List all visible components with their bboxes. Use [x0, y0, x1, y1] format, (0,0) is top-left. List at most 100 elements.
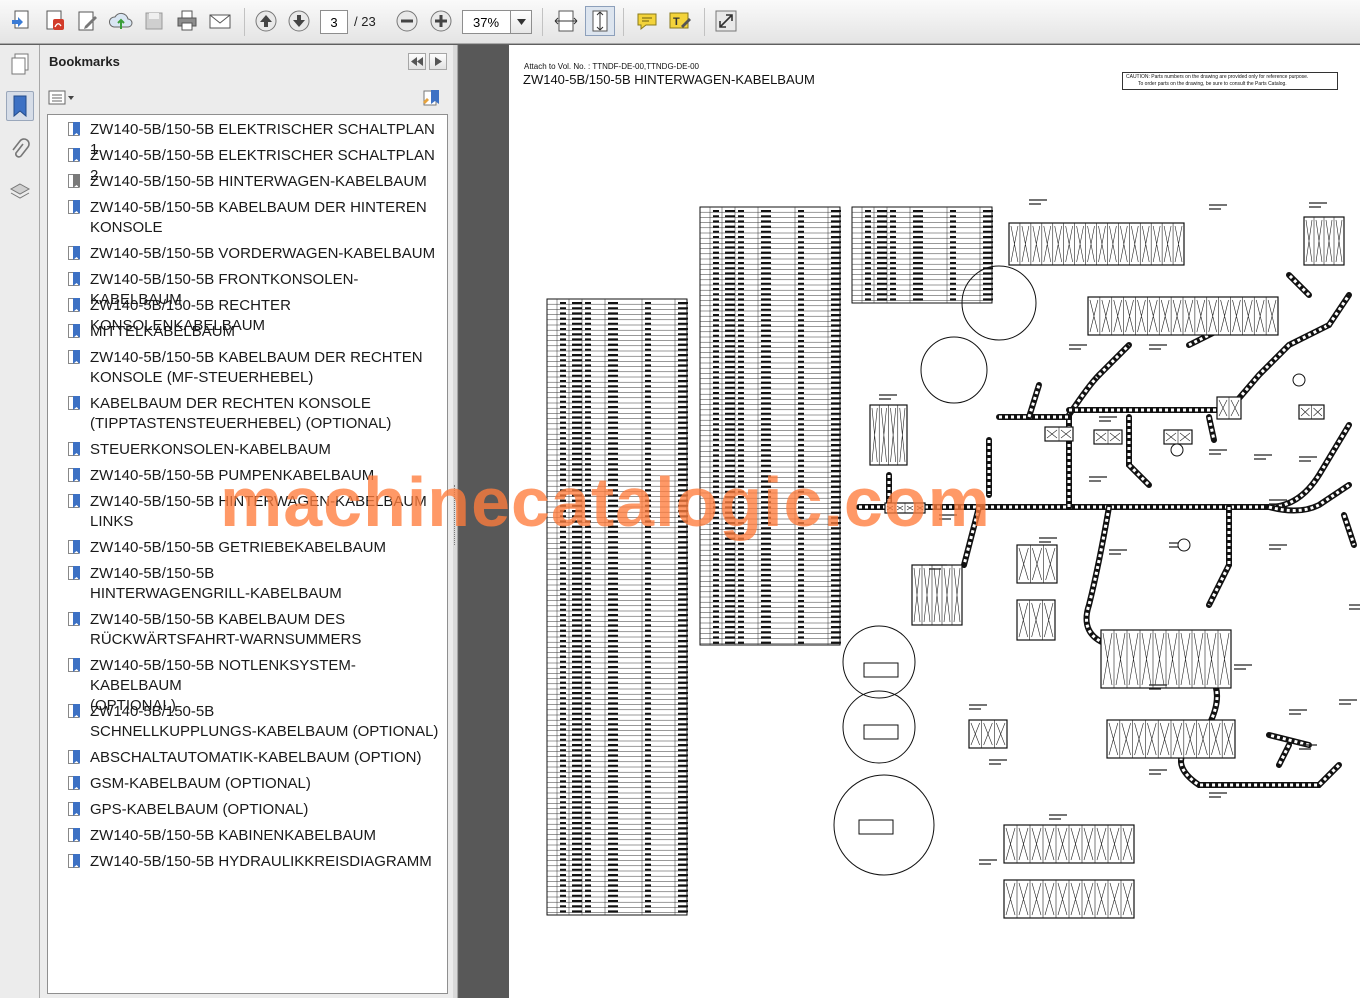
- upload-icon[interactable]: [106, 6, 136, 36]
- bookmark-icon: [68, 396, 80, 410]
- bookmark-label: ZW140-5B/150-5B HINTERWAGENGRILL-KABELBAU…: [90, 564, 342, 604]
- bookmark-icon: [68, 612, 80, 626]
- bookmark-icon: [68, 468, 80, 482]
- bookmark-label: ZW140-5B/150-5B HYDRAULIKKREISDIAGRAMM: [90, 852, 432, 872]
- svg-text:T: T: [673, 16, 680, 28]
- bookmark-item[interactable]: STEUERKONSOLEN-KABELBAUM: [68, 440, 443, 460]
- bookmark-icon: [68, 854, 80, 868]
- print-icon[interactable]: [172, 6, 202, 36]
- zoom-dropdown-button[interactable]: [510, 10, 532, 34]
- comment-icon[interactable]: [632, 6, 662, 36]
- bookmark-item[interactable]: GSM-KABELBAUM (OPTIONAL): [68, 774, 443, 794]
- bookmark-label-line: HINTERWAGENGRILL-KABELBAUM: [90, 585, 342, 602]
- bookmark-label-line: ZW140-5B/150-5B: [90, 565, 215, 582]
- bookmark-label: ZW140-5B/150-5B KABELBAUM DER RECHTEN KON…: [90, 348, 423, 388]
- bookmark-item[interactable]: ABSCHALTAUTOMATIK-KABELBAUM (OPTION): [68, 748, 443, 768]
- bookmark-label-line: GSM-KABELBAUM (OPTIONAL): [90, 775, 311, 792]
- bookmark-icon: [68, 802, 80, 816]
- bookmark-label-line: KONSOLE: [90, 219, 163, 236]
- layers-icon[interactable]: [6, 177, 34, 207]
- bookmark-icon: [68, 566, 80, 580]
- fit-width-icon[interactable]: [551, 6, 581, 36]
- bookmark-item[interactable]: ZW140-5B/150-5B KABINENKABELBAUM: [68, 826, 443, 846]
- toolbar-separator: [542, 8, 543, 36]
- bookmark-label-line: ZW140-5B/150-5B VORDERWAGEN-KABELBAUM: [90, 245, 436, 262]
- bookmark-label: GPS-KABELBAUM (OPTIONAL): [90, 800, 308, 820]
- new-bookmark-icon: [423, 90, 439, 106]
- bookmark-item[interactable]: ZW140-5B/150-5B HINTERWAGENGRILL-KABELBAU…: [68, 564, 443, 604]
- create-icon[interactable]: [7, 6, 37, 36]
- component: [1292, 373, 1306, 387]
- zoom-in-icon[interactable]: [426, 6, 456, 36]
- bookmark-item[interactable]: ZW140-5B/150-5B SCHNELLKUPPLUNGS-KABELBAU…: [68, 702, 443, 742]
- bookmark-label: ZW140-5B/150-5B HINTERWAGEN-KABELBAUM: [90, 172, 427, 192]
- bookmark-icon: [68, 122, 80, 136]
- main-toolbar: / 23 T: [0, 0, 1360, 44]
- component: [1177, 538, 1191, 552]
- bookmark-label: ZW140-5B/150-5B KABINENKABELBAUM: [90, 826, 376, 846]
- bookmark-label: KABELBAUM DER RECHTEN KONSOLE (TIPPTASTEN…: [90, 394, 391, 434]
- panel-menu-button[interactable]: [429, 53, 447, 70]
- email-icon[interactable]: [205, 6, 235, 36]
- export-pdf-icon[interactable]: [40, 6, 70, 36]
- attachments-icon[interactable]: [6, 135, 34, 165]
- bookmark-icon: [68, 828, 80, 842]
- edit-icon[interactable]: [73, 6, 103, 36]
- chevron-down-icon: [516, 19, 526, 25]
- bookmark-list: ZW140-5B/150-5B ELEKTRISCHER SCHALTPLAN …: [47, 114, 448, 994]
- detail-callout: [842, 625, 916, 699]
- bookmark-item[interactable]: ZW140-5B/150-5B HYDRAULIKKREISDIAGRAMM: [68, 852, 443, 872]
- bookmark-icon: [68, 750, 80, 764]
- toolbar-separator: [704, 8, 705, 36]
- bookmark-item[interactable]: MITTELKABELBAUM: [68, 322, 443, 342]
- bookmark-item[interactable]: ZW140-5B/150-5B KABELBAUM DER RECHTEN KON…: [68, 348, 443, 388]
- options-icon: [48, 90, 74, 105]
- bookmark-label-line: GPS-KABELBAUM (OPTIONAL): [90, 801, 309, 818]
- save-icon[interactable]: [139, 6, 169, 36]
- collapse-panel-button[interactable]: [408, 53, 426, 70]
- bookmark-icon: [68, 174, 80, 188]
- page-number-input[interactable]: [320, 10, 348, 34]
- bookmark-label-line: STEUERKONSOLEN-KABELBAUM: [90, 441, 331, 458]
- bookmark-label-line: ZW140-5B/150-5B KABELBAUM DER RECHTEN: [90, 349, 423, 366]
- bookmark-label: ZW140-5B/150-5B KABELBAUM DER HINTEREN KO…: [90, 198, 427, 238]
- bookmark-item[interactable]: ZW140-5B/150-5B HINTERWAGEN-KABELBAUM: [68, 172, 443, 192]
- bookmark-label-line: KONSOLE (MF-STEUERHEBEL): [90, 369, 314, 386]
- bookmark-icon: [68, 442, 80, 456]
- bookmark-label-line: ZW140-5B/150-5B KABELBAUM DES: [90, 611, 346, 628]
- callout-connector: [863, 724, 899, 740]
- bookmark-item[interactable]: KABELBAUM DER RECHTEN KONSOLE (TIPPTASTEN…: [68, 394, 443, 434]
- bookmark-label-line: ZW140-5B/150-5B NOTLENKSYSTEM-KABELBAUM: [90, 657, 356, 694]
- bookmark-label-line: ABSCHALTAUTOMATIK-KABELBAUM (OPTION): [90, 749, 422, 766]
- bookmark-item[interactable]: ZW140-5B/150-5B KABELBAUM DER HINTEREN KO…: [68, 198, 443, 238]
- bookmark-label-line: MITTELKABELBAUM: [90, 323, 236, 340]
- previous-page-icon[interactable]: [251, 6, 281, 36]
- bookmark-item[interactable]: GPS-KABELBAUM (OPTIONAL): [68, 800, 443, 820]
- zoom-level-input[interactable]: [462, 10, 510, 34]
- toolbar-separator: [244, 8, 245, 36]
- document-title: ZW140-5B/150-5B HINTERWAGEN-KABELBAUM: [523, 72, 815, 87]
- callout-connector: [863, 662, 899, 678]
- harness-wire: [1026, 382, 1042, 420]
- bookmark-item[interactable]: ZW140-5B/150-5B KABELBAUM DES RÜCKWÄRTSFA…: [68, 610, 443, 650]
- fit-page-icon[interactable]: [585, 6, 615, 36]
- navigation-rail: [0, 45, 40, 998]
- fullscreen-icon[interactable]: [711, 6, 741, 36]
- bookmark-icon: [68, 246, 80, 260]
- highlight-icon[interactable]: T: [665, 6, 695, 36]
- bookmark-options-button[interactable]: [48, 89, 76, 107]
- bookmarks-icon[interactable]: [6, 91, 34, 121]
- bookmark-item[interactable]: ZW140-5B/150-5B VORDERWAGEN-KABELBAUM: [68, 244, 443, 264]
- page-count: / 23: [354, 14, 376, 29]
- attach-line: Attach to Vol. No. : TTNDF-DE-00,TTNDG-D…: [524, 62, 700, 71]
- caution-line: To order parts on the drawing, be sure t…: [1138, 81, 1287, 87]
- next-page-icon[interactable]: [284, 6, 314, 36]
- detail-callout: [920, 336, 988, 404]
- bookmark-icon: [68, 494, 80, 508]
- component: [1170, 443, 1184, 457]
- pages-icon[interactable]: [6, 49, 34, 79]
- bookmark-label: ZW140-5B/150-5B KABELBAUM DES RÜCKWÄRTSFA…: [90, 610, 361, 650]
- new-bookmark-button[interactable]: [421, 88, 443, 108]
- zoom-out-icon[interactable]: [392, 6, 422, 36]
- watermark: machinecatalogic.com: [220, 463, 991, 541]
